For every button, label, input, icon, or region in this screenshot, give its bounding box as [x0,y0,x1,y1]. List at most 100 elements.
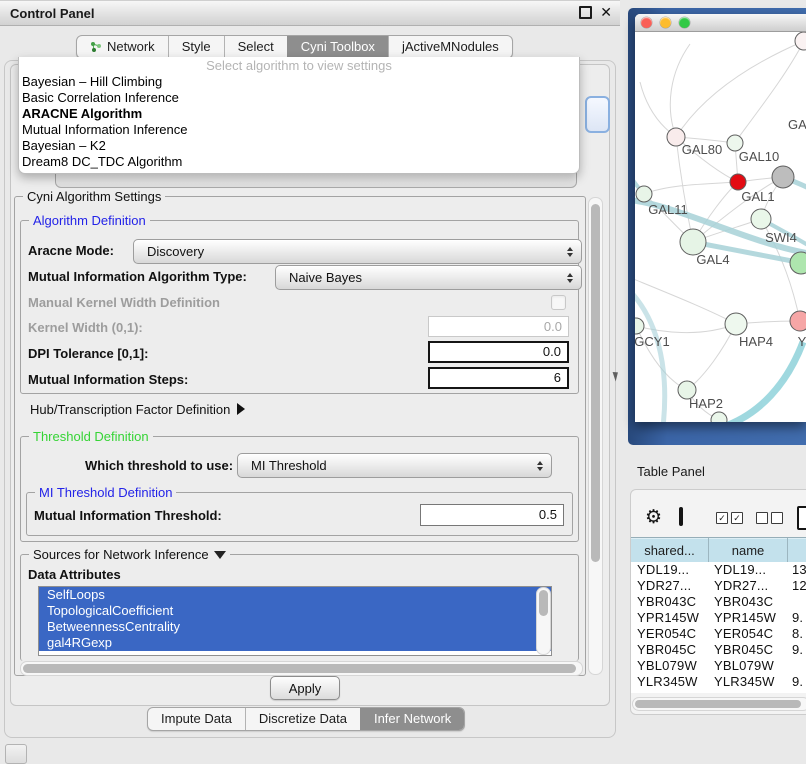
close-traffic-light[interactable] [641,17,652,28]
table-cell: YLR345W [631,674,708,690]
settings-horizontal-scrollbar-thumb[interactable] [23,664,576,673]
network-node-node[interactable] [772,166,794,188]
settings-vertical-scrollbar-thumb[interactable] [591,204,600,562]
tab-cyni-toolbox[interactable]: Cyni Toolbox [287,36,388,58]
tab-select[interactable]: Select [224,36,287,58]
table-row[interactable]: YBR045CYBR045C9. [631,642,806,658]
bottom-tab-discretize-data[interactable]: Discretize Data [245,708,360,730]
manual-kernel-width-checkbox[interactable] [551,295,566,310]
table-cell [786,658,806,674]
mi-steps-field[interactable]: 6 [428,367,569,389]
attributes-list-scrollbar-thumb[interactable] [539,590,548,616]
network-window: GAL80GAL10GAL1GAL11SWI4GAL4GCY1HAP4YHAP2… [635,14,806,422]
table-cell: YER054C [708,626,786,642]
attribute-item-betweennesscentrality[interactable]: BetweennessCentrality [39,619,551,635]
tab-label: jActiveMNodules [402,36,499,58]
attributes-list-scrollbar[interactable] [536,587,551,655]
algorithm-option-6[interactable]: Dream8 DC_TDC Algorithm [19,154,579,170]
hub-transcription-expander[interactable]: Hub/Transcription Factor Definition [30,399,245,419]
table-row[interactable]: YDR27...YDR27...12 [631,578,806,594]
attribute-item-topologicalcoefficient[interactable]: TopologicalCoefficient [39,603,551,619]
corner-mini-button[interactable] [5,744,27,764]
tab-label: Cyni Toolbox [301,36,375,58]
data-attributes-list: SelfLoopsTopologicalCoefficientBetweenne… [38,586,552,656]
network-node-label: SWI4 [765,230,797,245]
zoom-traffic-light[interactable] [679,17,690,28]
network-window-titlebar[interactable] [635,14,806,32]
algorithm-option-1[interactable]: Bayesian – Hill Climbing [19,74,579,90]
table-cell: YBL079W [631,658,708,674]
table-row[interactable]: YBR043CYBR043C [631,594,806,610]
aracne-mode-select[interactable]: Discovery [133,239,582,264]
hub-transcription-label: Hub/Transcription Factor Definition [30,402,230,417]
tab-network[interactable]: Network [77,36,168,58]
network-node-node[interactable] [711,412,727,422]
network-canvas[interactable]: GAL80GAL10GAL1GAL11SWI4GAL4GCY1HAP4YHAP2… [635,32,806,422]
attribute-item-gal4rgexp[interactable]: gal4RGexp [39,635,551,651]
network-node-y[interactable] [790,311,806,331]
data-attributes-label: Data Attributes [28,564,121,586]
table-header-shared[interactable]: shared... [631,538,709,563]
network-node-gcy1[interactable] [635,318,644,334]
gear-icon[interactable]: ⚙ [645,506,662,529]
table-row[interactable]: YPR145WYPR145W9. [631,610,806,626]
mi-threshold-field[interactable]: 0.5 [420,504,564,526]
dpi-tolerance-field[interactable]: 0.0 [428,341,569,363]
mi-algorithm-type-select[interactable]: Naive Bayes [275,265,582,290]
algorithm-option-4[interactable]: Mutual Information Inference [19,122,579,138]
tab-jactivemnodules[interactable]: jActiveMNodules [388,36,512,58]
network-node-node[interactable] [790,252,806,274]
settings-horizontal-scrollbar[interactable] [20,661,583,676]
kernel-width-field[interactable]: 0.0 [428,316,569,337]
network-node-hap4[interactable] [725,313,747,335]
table-row[interactable]: YER054CYER054C8. [631,626,806,642]
network-node-label: HAP2 [689,396,723,411]
table-header-name[interactable]: name [709,538,788,563]
network-node-gal11[interactable] [636,186,652,202]
document-icon[interactable] [797,506,806,530]
table-cell: 9 [786,690,806,693]
checked-checkbox-icon[interactable]: ✓ [731,512,743,524]
focused-combo-fragment [585,96,610,133]
algorithm-dropdown-list: Select algorithm to view settings Bayesi… [18,57,580,174]
apply-button[interactable]: Apply [270,676,340,700]
table-row[interactable]: YBL079WYBL079W [631,658,806,674]
table-row[interactable]: YIL052CYIL052C9 [631,690,806,693]
table-row[interactable]: YLR345WYLR345W9. [631,674,806,690]
table-header: shared... name [631,537,806,564]
network-node-node[interactable] [795,32,806,50]
close-icon[interactable]: ✕ [600,5,612,19]
mi-algorithm-type-value: Naive Bayes [289,270,362,285]
which-threshold-select[interactable]: MI Threshold [237,453,552,478]
bottom-tab-label: Impute Data [161,708,232,730]
collapse-down-icon [214,551,226,559]
algorithm-option-3[interactable]: ARACNE Algorithm [19,106,579,122]
bottom-tab-impute-data[interactable]: Impute Data [148,708,245,730]
algorithm-option-2[interactable]: Basic Correlation Inference [19,90,579,106]
network-node-label: GAL80 [682,142,722,157]
sources-legend[interactable]: Sources for Network Inference [29,547,230,562]
attribute-item-selfloops[interactable]: SelfLoops [39,587,551,603]
algorithm-option-5[interactable]: Bayesian – K2 [19,138,579,154]
unchecked-checkbox-icon[interactable] [756,512,768,524]
table-header-extra[interactable] [788,538,806,563]
checked-checkbox-icon[interactable]: ✓ [716,512,728,524]
stepper-arrows-icon [537,461,543,471]
bottom-tab-infer-network[interactable]: Infer Network [360,708,464,730]
table-cell: YDL19... [708,562,786,578]
float-window-icon[interactable] [579,6,592,19]
table-horizontal-scrollbar[interactable] [632,697,806,711]
table-horizontal-scrollbar-thumb[interactable] [635,700,801,708]
tab-style[interactable]: Style [168,36,224,58]
network-node-gal1[interactable] [730,174,746,190]
minimize-traffic-light[interactable] [660,17,671,28]
network-node-swi4[interactable] [751,209,771,229]
apply-button-label: Apply [289,681,322,696]
table-cell: YBR043C [708,594,786,610]
unchecked-checkbox-icon[interactable] [771,512,783,524]
control-panel-titlebar: Control Panel ✕ [0,0,620,26]
table-cell: 9. [786,642,806,658]
columns-icon[interactable] [679,507,683,526]
settings-vertical-scrollbar[interactable] [588,197,603,675]
table-row[interactable]: YDL19...YDL19...13 [631,562,806,578]
